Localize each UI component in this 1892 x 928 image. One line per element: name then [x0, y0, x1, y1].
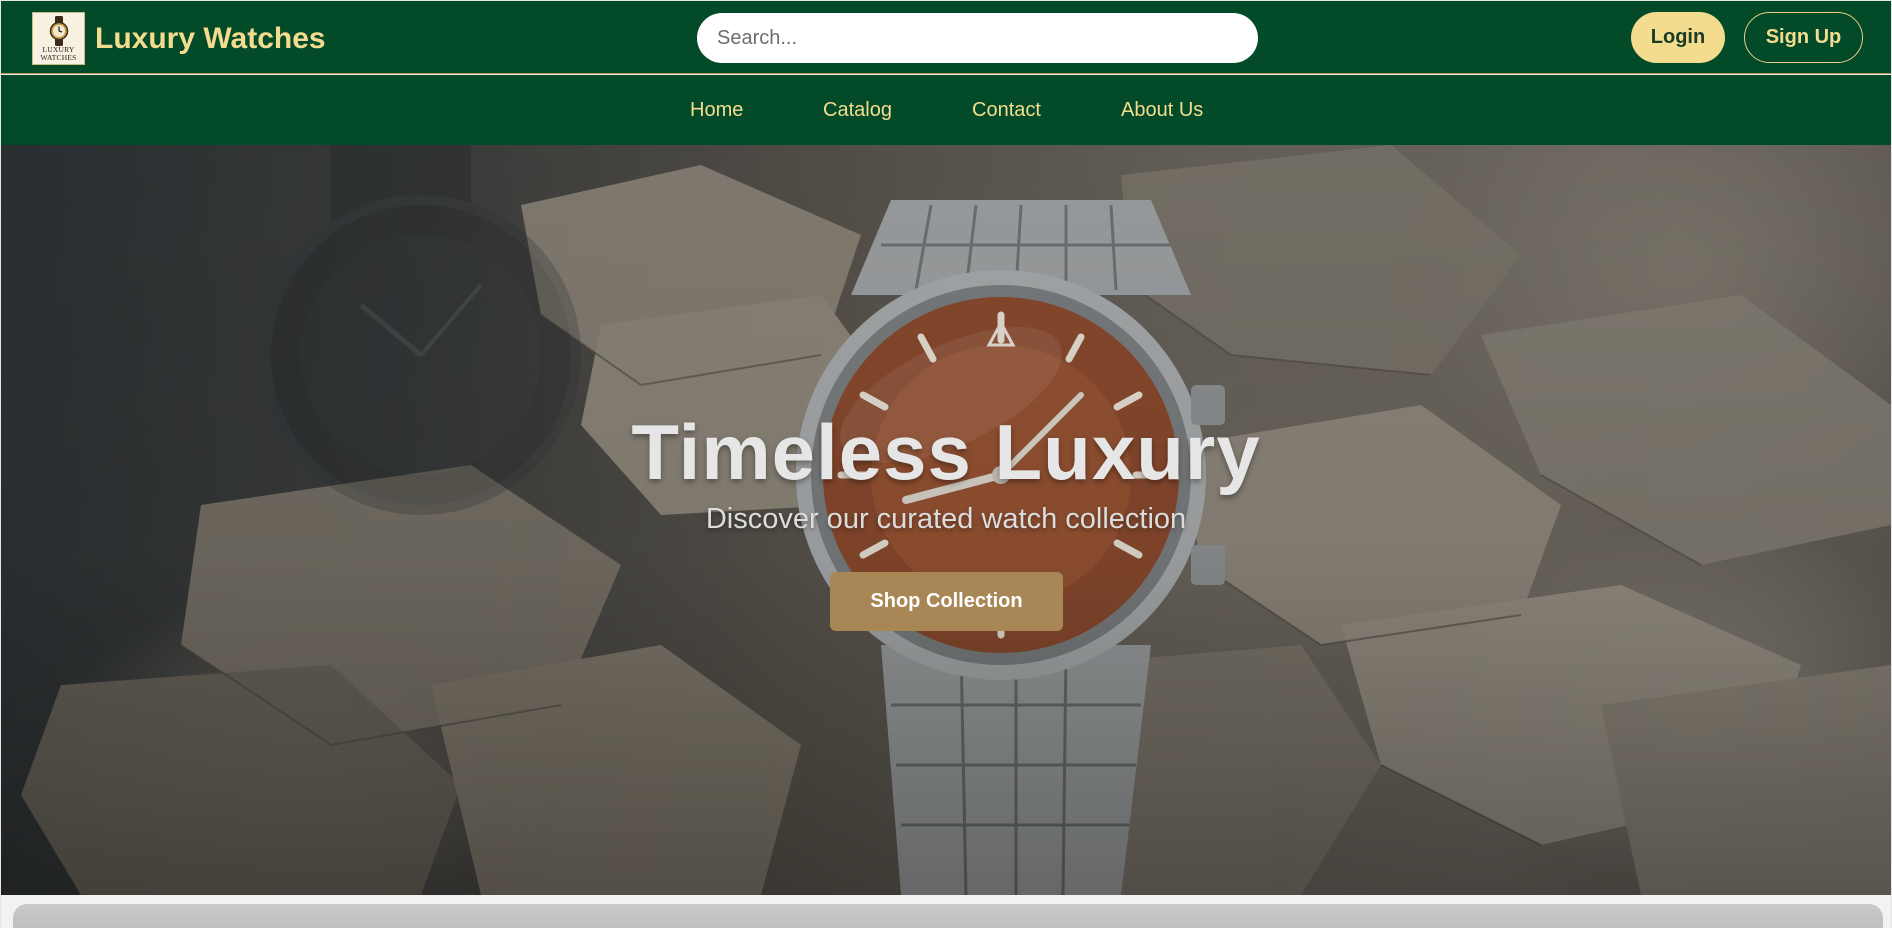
top-header: LUXURY WATCHES Luxury Watches Login Sign… — [1, 1, 1891, 74]
nav-item-catalog[interactable]: Catalog — [823, 99, 892, 122]
nav-item-home[interactable]: Home — [690, 99, 743, 122]
login-button[interactable]: Login — [1631, 12, 1725, 63]
main-nav: Home Catalog Contact About Us — [1, 75, 1891, 145]
logo[interactable]: LUXURY WATCHES — [32, 12, 85, 65]
signup-button[interactable]: Sign Up — [1744, 12, 1863, 63]
hero-banner: Timeless Luxury Discover our curated wat… — [1, 145, 1891, 895]
shop-collection-button[interactable]: Shop Collection — [830, 572, 1063, 631]
next-section-preview — [1, 895, 1891, 928]
content-card-top-edge — [13, 904, 1883, 928]
hero-title: Timeless Luxury — [631, 408, 1261, 496]
hero-subtitle: Discover our curated watch collection — [705, 503, 1187, 535]
logo-text-line-2: WATCHES — [40, 53, 77, 62]
wristwatch-icon — [49, 16, 68, 46]
nav-item-contact[interactable]: Contact — [972, 99, 1041, 122]
search-input[interactable] — [697, 13, 1258, 63]
nav-item-about-us[interactable]: About Us — [1121, 99, 1203, 122]
brand-title[interactable]: Luxury Watches — [95, 22, 326, 56]
